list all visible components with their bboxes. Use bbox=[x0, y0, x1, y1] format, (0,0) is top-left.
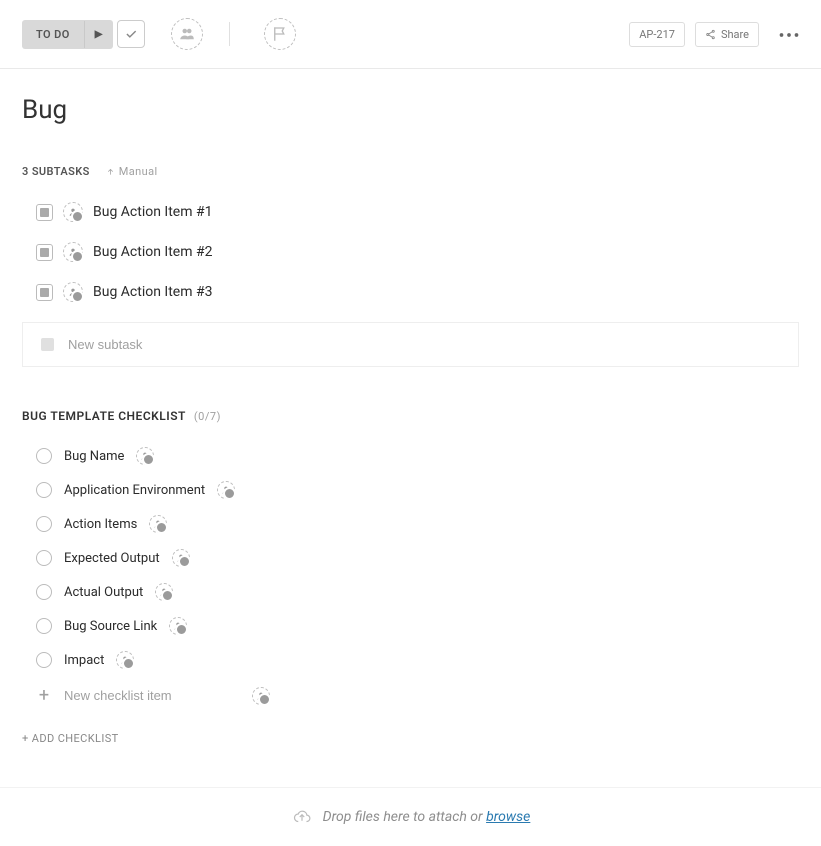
assignee-icon[interactable] bbox=[116, 651, 134, 669]
assignee-icon[interactable] bbox=[217, 481, 235, 499]
subtasks-sort-button[interactable]: Manual bbox=[106, 165, 158, 178]
checklist-title: BUG TEMPLATE CHECKLIST bbox=[22, 409, 186, 423]
share-button[interactable]: Share bbox=[695, 22, 759, 47]
status-label: TO DO bbox=[22, 20, 84, 49]
status-selector[interactable]: TO DO ▶ bbox=[22, 20, 145, 49]
subtask-title: Bug Action Item #1 bbox=[93, 204, 212, 220]
priority-flag-button[interactable] bbox=[264, 18, 296, 50]
new-subtask-row[interactable] bbox=[22, 322, 799, 367]
checklist-label: Impact bbox=[64, 653, 104, 668]
task-title[interactable]: Bug bbox=[22, 95, 799, 125]
checklist-radio[interactable] bbox=[36, 618, 52, 634]
assignee-icon[interactable] bbox=[63, 282, 83, 302]
assignee-icon[interactable] bbox=[149, 515, 167, 533]
checklist-label: Bug Source Link bbox=[64, 619, 157, 634]
subtask-title: Bug Action Item #2 bbox=[93, 244, 212, 260]
new-subtask-input[interactable] bbox=[68, 337, 780, 352]
dropzone-prefix: Drop files here to attach or bbox=[323, 809, 486, 825]
assignee-icon[interactable] bbox=[172, 549, 190, 567]
subtask-title: Bug Action Item #3 bbox=[93, 284, 212, 300]
checklist-item[interactable]: Impact bbox=[36, 643, 799, 677]
checklist-radio[interactable] bbox=[36, 652, 52, 668]
checklist-item[interactable]: Actual Output bbox=[36, 575, 799, 609]
cloud-upload-icon bbox=[291, 808, 313, 826]
subtask-row[interactable]: Bug Action Item #1 bbox=[36, 192, 799, 232]
assignee-icon[interactable] bbox=[63, 202, 83, 222]
assignee-icon[interactable] bbox=[169, 617, 187, 635]
checklist-header: BUG TEMPLATE CHECKLIST (0/7) bbox=[22, 409, 799, 423]
subtask-checkbox[interactable] bbox=[36, 244, 53, 261]
assignee-icon[interactable] bbox=[155, 583, 173, 601]
share-label: Share bbox=[721, 28, 749, 41]
subtask-checkbox[interactable] bbox=[36, 284, 53, 301]
subtasks-count-label: 3 SUBTASKS bbox=[22, 165, 90, 178]
assignee-icon[interactable] bbox=[252, 687, 270, 705]
checklist-radio[interactable] bbox=[36, 550, 52, 566]
assignee-icon[interactable] bbox=[136, 447, 154, 465]
status-dropdown-icon[interactable]: ▶ bbox=[84, 21, 113, 48]
checklist-item[interactable]: Application Environment bbox=[36, 473, 799, 507]
subtask-row[interactable]: Bug Action Item #2 bbox=[36, 232, 799, 272]
more-menu-button[interactable] bbox=[779, 27, 799, 42]
checklist-item[interactable]: Bug Name bbox=[36, 439, 799, 473]
checklist-radio[interactable] bbox=[36, 448, 52, 464]
checklist-label: Expected Output bbox=[64, 551, 160, 566]
checklist-item[interactable]: Expected Output bbox=[36, 541, 799, 575]
checklist-label: Application Environment bbox=[64, 483, 205, 498]
ticket-id-text: AP-217 bbox=[639, 28, 675, 41]
plus-icon: + bbox=[36, 685, 52, 706]
checklist-radio[interactable] bbox=[36, 516, 52, 532]
checklist-item[interactable]: Action Items bbox=[36, 507, 799, 541]
checklist-item[interactable]: Bug Source Link bbox=[36, 609, 799, 643]
new-checklist-item-row[interactable]: + bbox=[36, 677, 799, 714]
checklist-count: (0/7) bbox=[194, 410, 221, 423]
checklist: Bug Name Application Environment Action … bbox=[22, 439, 799, 714]
checklist-radio[interactable] bbox=[36, 482, 52, 498]
add-checklist-button[interactable]: + ADD CHECKLIST bbox=[22, 732, 799, 745]
ghost-checkbox-icon bbox=[41, 338, 54, 351]
checklist-label: Actual Output bbox=[64, 585, 143, 600]
sort-label: Manual bbox=[119, 165, 158, 178]
checklist-label: Action Items bbox=[64, 517, 137, 532]
subtasks-header: 3 SUBTASKS Manual bbox=[22, 165, 799, 178]
subtask-checkbox[interactable] bbox=[36, 204, 53, 221]
divider bbox=[229, 22, 230, 46]
mark-complete-button[interactable] bbox=[117, 20, 145, 48]
toolbar: TO DO ▶ AP-217 Share bbox=[0, 0, 821, 69]
checklist-radio[interactable] bbox=[36, 584, 52, 600]
dropzone-text: Drop files here to attach or browse bbox=[323, 809, 531, 825]
attachment-dropzone[interactable]: Drop files here to attach or browse bbox=[0, 787, 821, 846]
ticket-id-chip[interactable]: AP-217 bbox=[629, 22, 685, 47]
new-checklist-item-input[interactable] bbox=[64, 688, 240, 703]
browse-link[interactable]: browse bbox=[486, 809, 530, 825]
assignee-icon[interactable] bbox=[63, 242, 83, 262]
assignees-button[interactable] bbox=[171, 18, 203, 50]
subtask-list: Bug Action Item #1 Bug Action Item #2 Bu… bbox=[22, 192, 799, 312]
checklist-label: Bug Name bbox=[64, 449, 124, 464]
subtask-row[interactable]: Bug Action Item #3 bbox=[36, 272, 799, 312]
